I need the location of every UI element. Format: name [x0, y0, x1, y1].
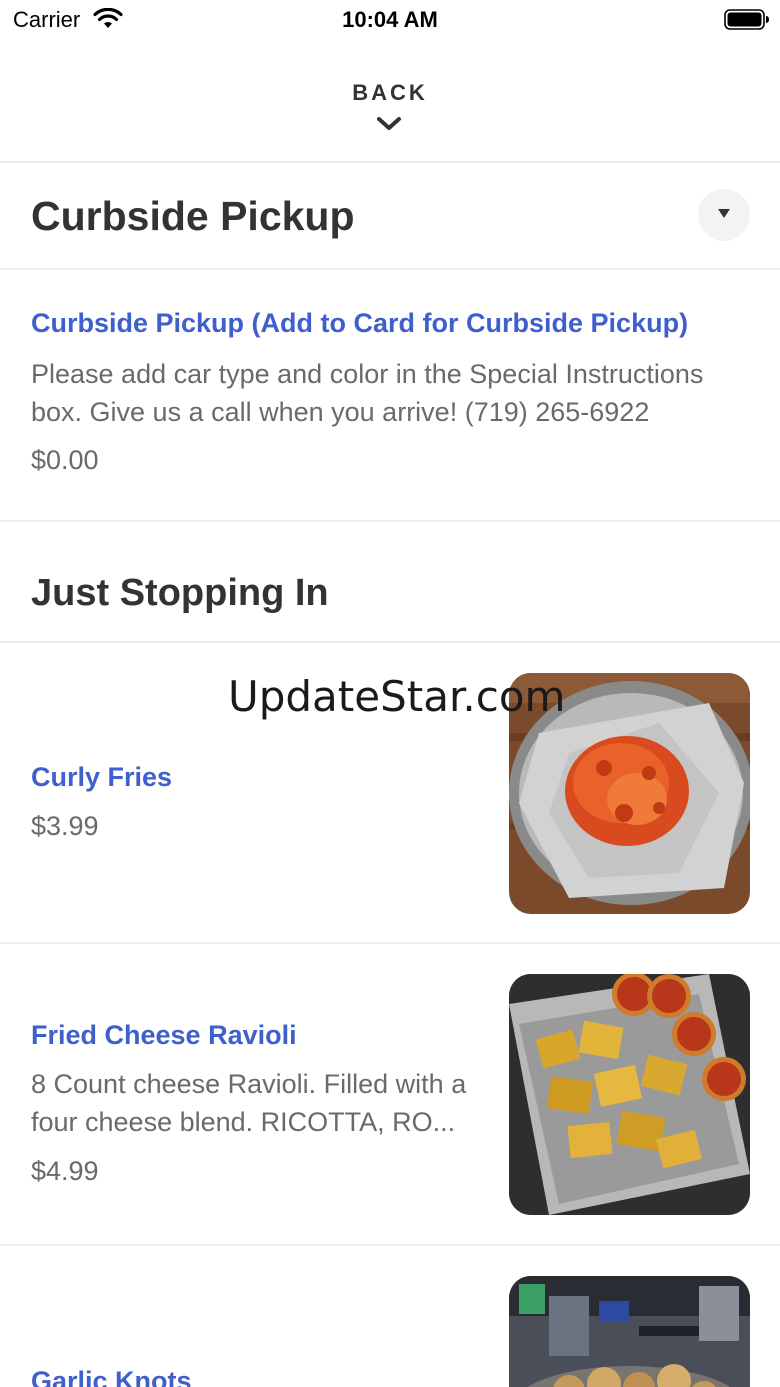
menu-item-fried-cheese-ravioli[interactable]: Fried Cheese Ravioli 8 Count cheese Ravi…	[0, 944, 780, 1246]
back-label: BACK	[352, 80, 428, 105]
battery-icon	[724, 9, 769, 30]
section-header-just-stopping-in: Just Stopping In	[0, 522, 780, 643]
caret-down-icon	[718, 209, 730, 218]
item-name: Curbside Pickup (Add to Card for Curbsid…	[31, 308, 689, 338]
back-button[interactable]: BACK	[0, 40, 780, 163]
collapse-section-button[interactable]	[698, 189, 750, 241]
section-title: Just Stopping In	[31, 572, 329, 614]
chevron-down-icon	[377, 117, 401, 130]
item-name: Garlic Knots	[31, 1366, 192, 1387]
section-title: Curbside Pickup	[31, 193, 355, 239]
status-time: 10:04 AM	[342, 7, 438, 32]
item-description: Please add car type and color in the Spe…	[31, 359, 704, 427]
item-name: Fried Cheese Ravioli	[31, 1020, 297, 1050]
section-header-curbside-pickup: Curbside Pickup	[0, 163, 780, 270]
item-price: $3.99	[31, 811, 99, 841]
item-description: 8 Count cheese Ravioli. Filled with a fo…	[31, 1069, 467, 1137]
fried-cheese-ravioli-photo	[509, 974, 750, 1215]
item-name: Curly Fries	[31, 762, 173, 792]
menu-item-garlic-knots[interactable]: Garlic Knots	[0, 1246, 780, 1387]
status-bar: Carrier 10:04 AM	[0, 0, 780, 40]
item-price: $0.00	[31, 445, 99, 475]
garlic-knots-photo	[509, 1276, 750, 1387]
item-price: $4.99	[31, 1156, 99, 1186]
menu-item-curbside-pickup[interactable]: Curbside Pickup (Add to Card for Curbsid…	[0, 270, 780, 522]
watermark-text: UpdateStar.com	[228, 672, 566, 721]
